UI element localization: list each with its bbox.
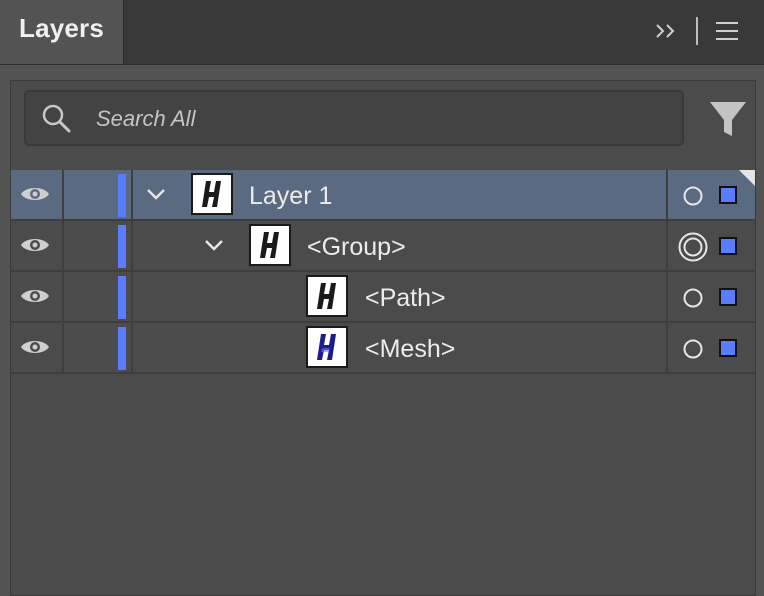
h-glyph-thumbnail-icon (260, 232, 279, 258)
column-divider (62, 323, 64, 372)
h-glyph-thumbnail-icon (202, 181, 221, 207)
eye-visibility-icon[interactable] (19, 335, 51, 359)
selection-color-swatch[interactable] (719, 288, 737, 306)
layer-color-bar (118, 327, 126, 370)
layers-list: Layer 1 <Group> <Path> <Mesh> (11, 170, 755, 374)
search-field[interactable] (24, 90, 684, 146)
selection-color-swatch[interactable] (719, 186, 737, 204)
column-divider (62, 272, 64, 321)
tab-layers-label: Layers (19, 13, 105, 43)
column-divider (666, 221, 668, 270)
tab-layers[interactable]: Layers (0, 0, 124, 64)
target-circle-icon[interactable] (681, 286, 705, 310)
h-glyph-thumbnail-icon (317, 283, 336, 309)
h-glyph-mesh-thumbnail-icon (317, 334, 336, 360)
chevron-down-icon[interactable] (144, 184, 168, 204)
filter-funnel-icon[interactable] (708, 98, 748, 140)
panel-tab-bar: Layers (0, 0, 764, 65)
layer-color-bar (118, 225, 126, 268)
selection-color-swatch[interactable] (719, 339, 737, 357)
selection-color-swatch[interactable] (719, 237, 737, 255)
layer-row-group[interactable]: <Group> (11, 221, 755, 272)
double-chevron-right-icon[interactable] (654, 18, 680, 44)
column-divider (62, 170, 64, 219)
hamburger-menu-icon[interactable] (714, 18, 740, 44)
target-double-circle-icon[interactable] (677, 231, 709, 263)
eye-visibility-icon[interactable] (19, 233, 51, 257)
layer-row-path[interactable]: <Path> (11, 272, 755, 323)
panel-tools (654, 0, 764, 64)
layer-color-bar (118, 276, 126, 319)
layer-row-mesh[interactable]: <Mesh> (11, 323, 755, 374)
search-icon (42, 104, 71, 133)
column-divider (131, 272, 133, 321)
target-circle-icon[interactable] (681, 184, 705, 208)
layer-thumbnail (249, 224, 291, 266)
column-divider (131, 323, 133, 372)
layer-name[interactable]: Layer 1 (249, 182, 332, 211)
eye-visibility-icon[interactable] (19, 284, 51, 308)
chevron-down-icon[interactable] (202, 235, 226, 255)
target-circle-icon[interactable] (681, 337, 705, 361)
column-divider (62, 221, 64, 270)
eye-visibility-icon[interactable] (19, 182, 51, 206)
layer-name[interactable]: <Path> (365, 284, 446, 313)
column-divider (131, 221, 133, 270)
column-divider (666, 272, 668, 321)
column-divider (666, 323, 668, 372)
layer-name[interactable]: <Group> (307, 233, 406, 262)
search-input[interactable] (94, 100, 658, 138)
column-divider (131, 170, 133, 219)
toolbar-divider (696, 17, 698, 45)
layer-thumbnail (191, 173, 233, 215)
corner-marker-icon (739, 170, 755, 186)
column-divider (666, 170, 668, 219)
layer-thumbnail (306, 275, 348, 317)
layer-name[interactable]: <Mesh> (365, 335, 455, 364)
layer-row-layer-1[interactable]: Layer 1 (11, 170, 755, 221)
layer-color-bar (118, 174, 126, 217)
layer-thumbnail (306, 326, 348, 368)
